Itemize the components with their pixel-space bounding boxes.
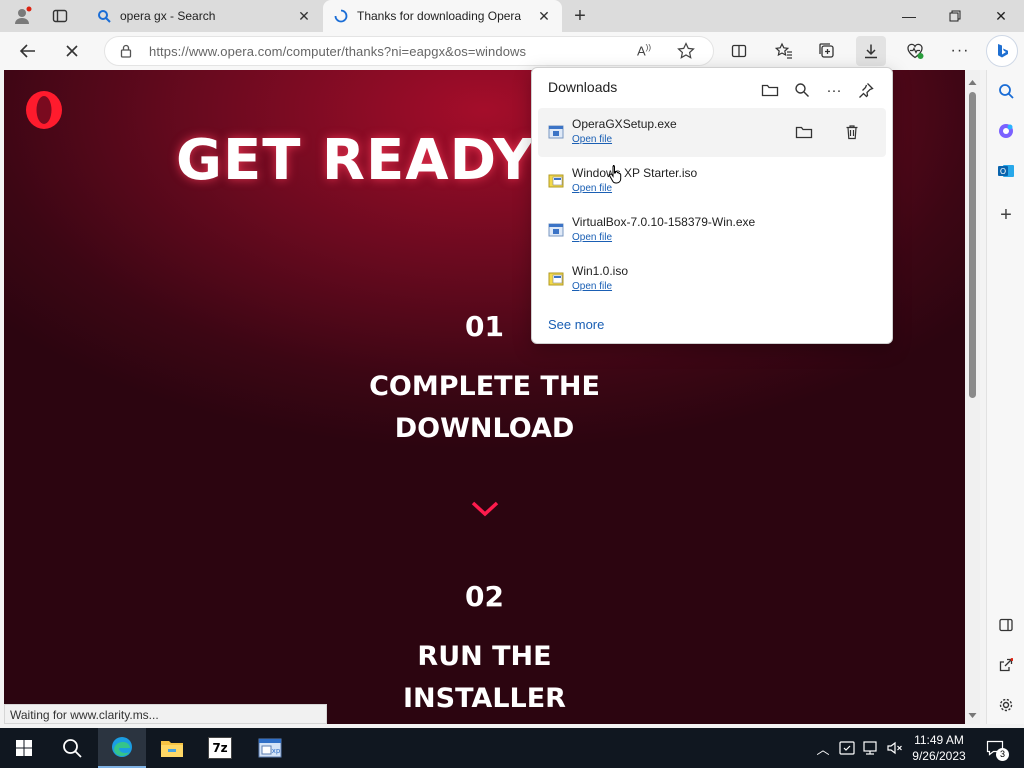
- virtualbox-xp-icon[interactable]: xp: [246, 728, 294, 768]
- hand-cursor-icon: [608, 164, 624, 184]
- show-in-folder-icon[interactable]: [792, 120, 816, 144]
- open-file-link[interactable]: Open file: [572, 134, 612, 145]
- chevron-down-icon[interactable]: [470, 498, 500, 518]
- taskbar-clock[interactable]: 11:49 AM 9/26/2023: [908, 732, 970, 764]
- close-window-icon[interactable]: ✕: [978, 0, 1024, 32]
- read-aloud-icon[interactable]: A)): [637, 43, 655, 61]
- loading-icon: [333, 8, 349, 24]
- clock-time: 11:49 AM: [914, 733, 964, 747]
- close-tab-icon[interactable]: ✕: [296, 8, 312, 24]
- split-screen-icon[interactable]: [724, 36, 754, 66]
- headline: GET READY: [176, 128, 535, 193]
- clock-date: 9/26/2023: [912, 749, 966, 763]
- open-file-link[interactable]: Open file: [572, 183, 612, 194]
- new-tab-icon[interactable]: +: [570, 6, 590, 26]
- scroll-up-icon[interactable]: [968, 74, 977, 85]
- title-bar: opera gx - Search ✕ Thanks for downloadi…: [0, 0, 1024, 32]
- scroll-down-icon[interactable]: [968, 707, 977, 718]
- tab-actions-icon[interactable]: [52, 8, 68, 24]
- tab-search[interactable]: opera gx - Search ✕: [86, 0, 322, 32]
- volume-muted-icon[interactable]: [884, 728, 906, 768]
- close-tab-icon[interactable]: ✕: [536, 8, 552, 24]
- windows-taskbar: 7z xp ︿ 11:49 AM 9/26/2023 3: [0, 728, 1024, 768]
- url-text: https://www.opera.com/computer/thanks?ni…: [149, 44, 527, 59]
- iso-file-icon: [548, 271, 564, 287]
- edge-sidebar: O +: [986, 70, 1024, 724]
- svg-text:xp: xp: [272, 747, 281, 755]
- sidebar-copilot-icon[interactable]: [991, 116, 1021, 146]
- 7zip-icon[interactable]: 7z: [196, 728, 244, 768]
- file-explorer-icon[interactable]: [148, 728, 196, 768]
- download-item[interactable]: OperaGXSetup.exe Open file: [538, 108, 886, 157]
- external-link-icon[interactable]: [991, 650, 1021, 680]
- stop-loading-icon[interactable]: [57, 36, 87, 66]
- favorites-icon[interactable]: [769, 36, 799, 66]
- step-title-line: RUN THE: [417, 641, 552, 672]
- step-title-line: COMPLETE THE: [369, 371, 600, 402]
- step-title-line: DOWNLOAD: [394, 413, 575, 444]
- more-options-icon[interactable]: ···: [945, 36, 975, 66]
- delete-trash-icon[interactable]: [840, 120, 864, 144]
- download-filename: OperaGXSetup.exe: [572, 117, 677, 131]
- start-windows-icon[interactable]: [0, 728, 48, 768]
- search-icon: [96, 8, 112, 24]
- downloads-icon[interactable]: [856, 36, 886, 66]
- open-downloads-folder-icon[interactable]: [756, 76, 784, 104]
- more-options-icon[interactable]: ···: [820, 76, 848, 104]
- tab-title: Thanks for downloading Opera: [357, 9, 522, 23]
- downloads-panel: Downloads ··· OperaGXSetup.exe Open file…: [531, 67, 893, 344]
- download-item[interactable]: Win1.0.iso Open file: [538, 255, 886, 304]
- tab-opera-thanks[interactable]: Thanks for downloading Opera ✕: [323, 0, 562, 32]
- search-downloads-icon[interactable]: [788, 76, 816, 104]
- download-filename: VirtualBox-7.0.10-158379-Win.exe: [572, 215, 756, 229]
- download-filename: Win1.0.iso: [572, 264, 629, 278]
- address-bar[interactable]: https://www.opera.com/computer/thanks?ni…: [104, 36, 714, 66]
- hide-sidebar-icon[interactable]: [991, 610, 1021, 640]
- download-item[interactable]: VirtualBox-7.0.10-158379-Win.exe Open fi…: [538, 206, 886, 255]
- outlook-icon[interactable]: O: [991, 156, 1021, 186]
- lock-icon[interactable]: [119, 44, 133, 58]
- back-icon[interactable]: [13, 36, 43, 66]
- iso-file-icon: [548, 173, 564, 189]
- notifications-icon[interactable]: 3: [980, 728, 1010, 768]
- notification-count-badge: 3: [996, 748, 1009, 761]
- svg-text:O: O: [1000, 167, 1006, 176]
- downloads-title: Downloads: [548, 79, 618, 95]
- sidebar-search-icon[interactable]: [991, 76, 1021, 106]
- edge-taskbar-icon[interactable]: [98, 728, 146, 768]
- restore-icon[interactable]: [932, 0, 978, 32]
- add-sidebar-app-icon[interactable]: +: [991, 200, 1021, 230]
- download-filename: Windows XP Starter.iso: [572, 166, 698, 180]
- copilot-icon[interactable]: [986, 35, 1018, 67]
- security-tray-icon[interactable]: [836, 728, 858, 768]
- open-file-link[interactable]: Open file: [572, 281, 612, 292]
- exe-file-icon: [548, 124, 564, 140]
- profile-icon[interactable]: [12, 6, 32, 26]
- exe-file-icon: [548, 222, 564, 238]
- tab-title: opera gx - Search: [120, 9, 216, 23]
- download-item[interactable]: Windows XP Starter.iso Open file: [538, 157, 886, 206]
- step-number: 02: [465, 580, 504, 613]
- favorite-star-icon[interactable]: [677, 42, 695, 60]
- network-icon[interactable]: [860, 728, 882, 768]
- see-more-link[interactable]: See more: [548, 317, 604, 332]
- scroll-thumb[interactable]: [969, 92, 976, 398]
- browser-essentials-icon[interactable]: [900, 36, 930, 66]
- collections-icon[interactable]: [812, 36, 842, 66]
- pin-icon[interactable]: [852, 76, 880, 104]
- opera-logo-icon[interactable]: [24, 90, 64, 130]
- open-file-link[interactable]: Open file: [572, 232, 612, 243]
- minimize-icon[interactable]: —: [886, 0, 932, 32]
- toolbar: https://www.opera.com/computer/thanks?ni…: [0, 32, 1024, 70]
- settings-gear-icon[interactable]: [991, 690, 1021, 720]
- show-hidden-icons-icon[interactable]: ︿: [812, 728, 834, 768]
- taskbar-search-icon[interactable]: [48, 728, 96, 768]
- page-scrollbar[interactable]: [965, 70, 980, 724]
- status-bar: Waiting for www.clarity.ms...: [4, 704, 327, 724]
